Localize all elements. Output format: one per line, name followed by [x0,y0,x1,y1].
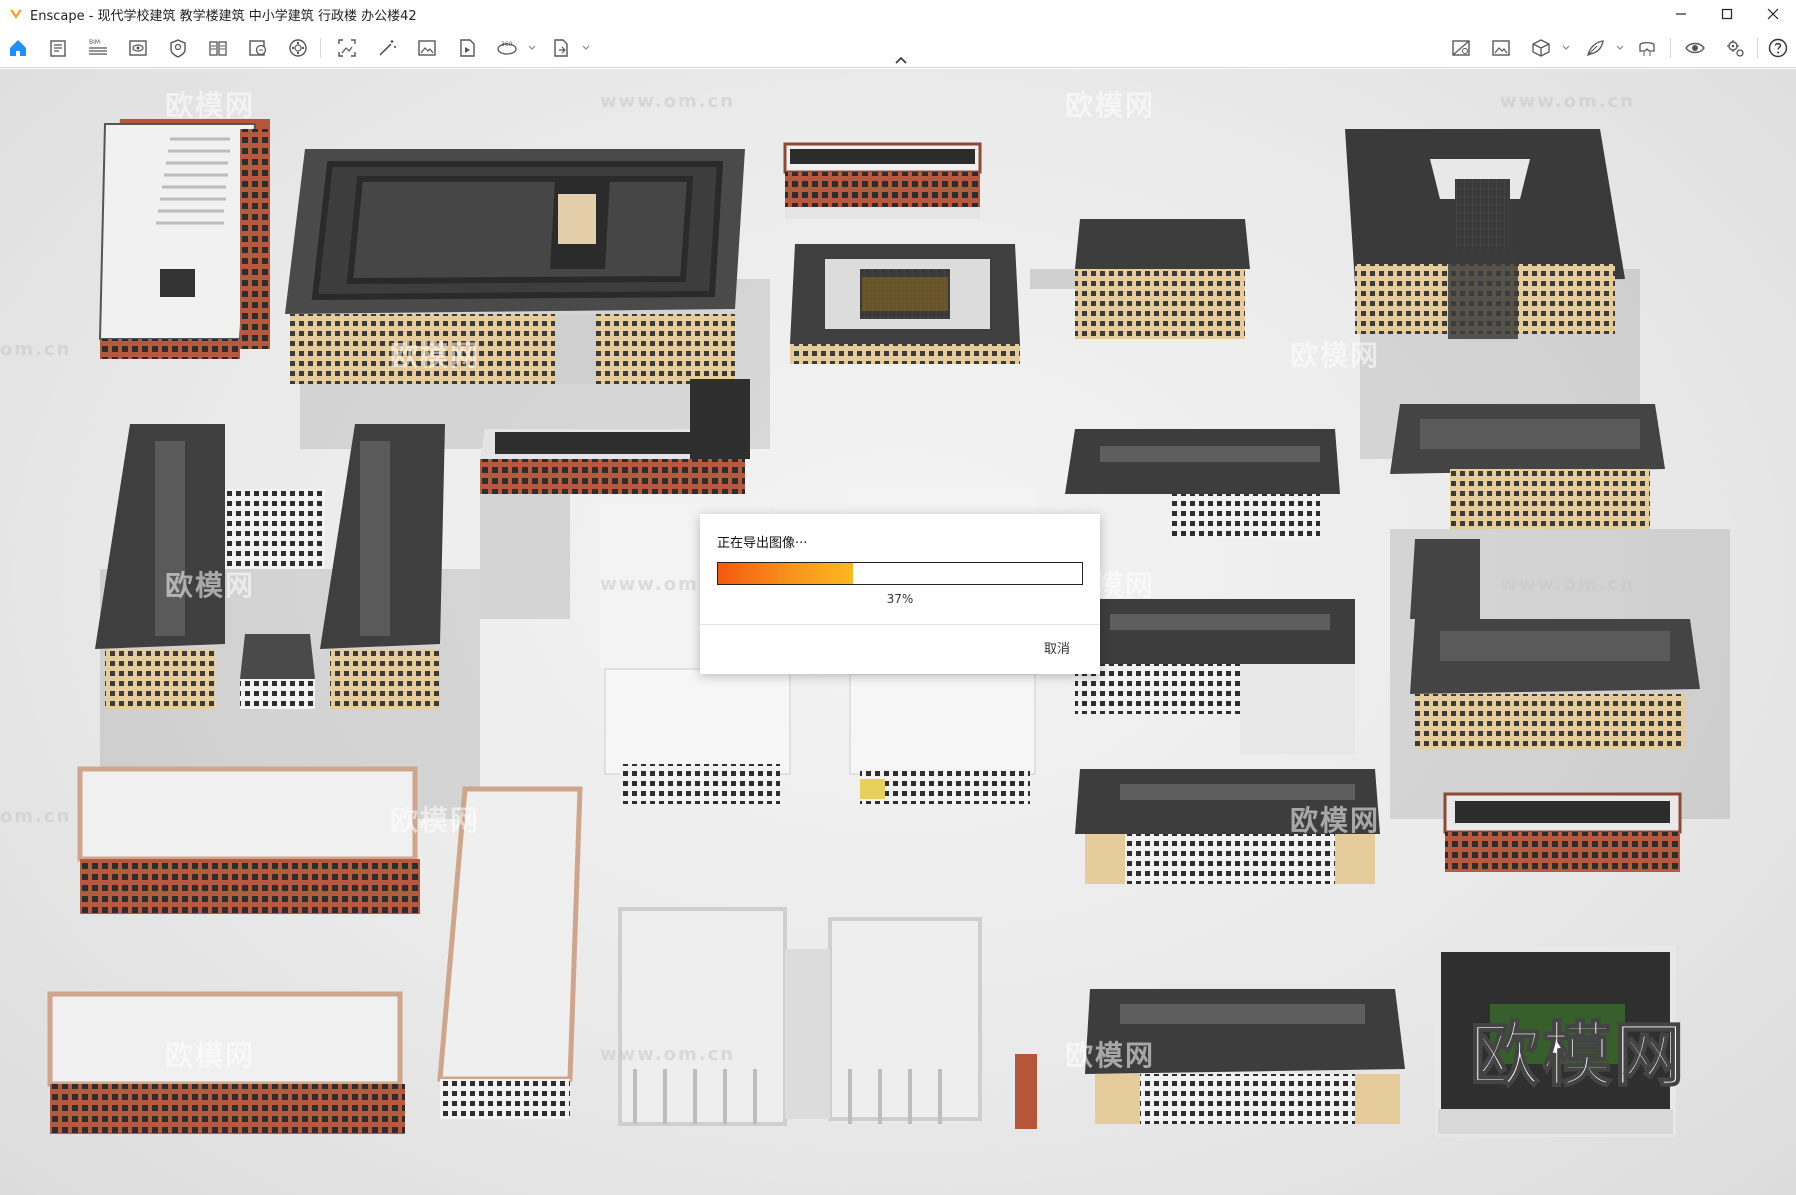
watermark-url: www.om.cn [1500,574,1636,595]
visibility-button[interactable] [126,36,150,60]
cube-icon [1532,39,1550,57]
building-courtyard-square [790,244,1020,364]
watermark: 欧模网 [390,804,481,837]
video-icon [460,39,475,57]
collapse-toolbar-chevron-icon[interactable] [893,56,909,66]
cube-button[interactable] [1529,36,1553,60]
views-button[interactable] [1449,36,1473,60]
watermark: 欧模网 [1065,1039,1156,1072]
building-glass-atrium [1345,129,1625,339]
vr-headset-icon [1639,42,1655,56]
maximize-button[interactable] [1704,0,1750,28]
watermark-url: www.om.cn [600,1044,736,1065]
panorama-360-icon: 360 [497,41,517,55]
chevron-down-icon[interactable] [527,43,537,53]
home-icon [10,40,26,56]
assets-icon [289,39,307,57]
gallery-icon [1492,40,1510,56]
feather-icon [1587,40,1604,57]
site-button[interactable] [166,36,190,60]
notes-button[interactable] [46,36,70,60]
settings-icon [1727,40,1744,57]
watermark: 欧模网 [1290,804,1381,837]
dialog-divider [700,624,1100,625]
eye-button[interactable] [1683,36,1707,60]
views-icon [1452,40,1470,56]
dialog-title: 正在导出图像··· [717,536,808,551]
watermark: 欧模网 [390,339,481,372]
progress-bar [717,562,1083,585]
image-button[interactable] [415,36,439,60]
visibility-icon [129,40,147,56]
image-icon [418,40,436,56]
chevron-down-icon[interactable] [1615,43,1625,53]
building-midrise-hip [1030,219,1250,339]
watermark: 欧模网 [1290,339,1381,372]
building-large-hip-roof [285,149,745,384]
help-icon [1768,38,1788,58]
maximize-icon [1721,8,1733,20]
window-controls [1658,0,1796,28]
building-brick-strip-right [1443,792,1682,872]
magic-wand-button[interactable] [375,36,399,60]
close-icon [1767,8,1779,20]
site-icon [170,39,186,58]
toolbar-separator [320,38,321,58]
materials-icon [249,40,267,56]
watermark: 欧模网 [165,1039,256,1072]
building-white-frame-bottom [618,907,1037,1129]
minimize-icon [1676,13,1686,15]
feather-button[interactable] [1583,36,1607,60]
bim-button[interactable]: BIM [86,36,110,60]
toolbar-separator [1670,38,1671,58]
cancel-button[interactable]: 取消 [1044,638,1070,657]
building-twin-wings [95,424,445,709]
minimize-button[interactable] [1658,0,1704,28]
progress-fill [718,563,853,584]
assets-button[interactable] [286,36,310,60]
settings-button[interactable] [1723,36,1747,60]
bim-label: BIM [89,39,100,46]
video-button[interactable] [455,36,479,60]
export-icon [554,39,568,57]
watermark: 欧模网 [1065,89,1156,122]
notes-icon [50,40,66,57]
watermark-partial: om.cn [0,806,72,827]
materials-button[interactable] [246,36,270,60]
help-button[interactable] [1766,36,1790,60]
magic-wand-icon [379,40,396,56]
screenshot-icon [338,39,356,57]
vr-headset-button[interactable] [1635,36,1659,60]
building-brick-strip-top [783,142,982,219]
chevron-down-icon[interactable] [581,43,591,53]
gallery-button[interactable] [1489,36,1513,60]
panorama-button[interactable]: 360 [495,36,519,60]
close-button[interactable] [1750,0,1796,28]
bim-icon: BIM [89,39,107,55]
watermark-url: www.om.cn [1500,91,1636,112]
window-title: Enscape - 现代学校建筑 教学楼建筑 中小学建筑 行政楼 办公楼42 [30,8,417,24]
panorama-label: 360 [501,41,513,48]
title-bar: Enscape - 现代学校建筑 教学楼建筑 中小学建筑 行政楼 办公楼42 [0,0,1796,28]
home-button[interactable] [6,36,30,60]
building-long-flat-1 [77,766,420,914]
chevron-down-icon[interactable] [1561,43,1571,53]
progress-percent-label: 37% [886,592,914,606]
eye-icon [1685,42,1705,54]
watermark: 欧模网 [165,89,256,122]
watermark: 欧模网 [165,569,256,602]
building-brick-flatroof [98,119,270,359]
panels-icon [209,41,227,56]
panels-button[interactable] [206,36,230,60]
watermark-partial: om.cn [0,339,72,360]
screenshot-button[interactable] [335,36,359,60]
export-button[interactable] [549,36,573,60]
watermark-url: www.om.cn [600,91,736,112]
enscape-logo-icon [10,10,22,19]
export-progress-dialog: 正在导出图像··· 37% 取消 [700,514,1100,674]
site-logo-watermark: 欧模网 [1469,1013,1686,1097]
toolbar-separator [1757,38,1758,58]
